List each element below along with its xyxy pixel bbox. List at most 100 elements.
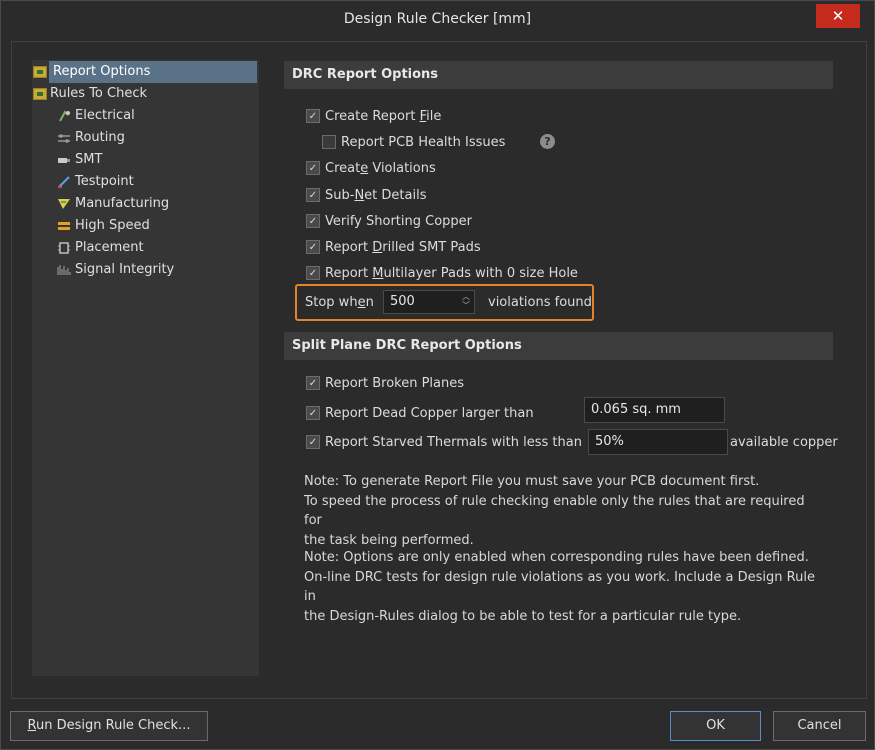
tree-item-routing[interactable]: Routing [57,127,126,149]
ok-button[interactable]: OK [670,711,761,741]
label-part: Stop wh [305,294,358,310]
label-part: rilled SMT Pads [382,239,481,255]
tree-item-manufacturing[interactable]: Manufacturing [57,193,170,215]
label-part: Report [325,265,373,281]
chevron-down-icon[interactable]: ﹀ [462,301,470,310]
tree-item-label: Signal Integrity [75,262,175,277]
note-line: On-line DRC tests for design rule violat… [304,569,815,605]
label-part: Sub- [325,187,355,203]
tree-item-report-options[interactable]: Report Options [33,61,257,83]
checkmark-icon: ✓ [306,161,320,175]
sub-net-details-label: Sub-Net Details [325,188,426,203]
report-broken-planes-checkbox[interactable]: ✓ Report Broken Planes [306,373,464,393]
checkmark-icon: ✓ [306,266,320,280]
cancel-button[interactable]: Cancel [773,711,866,741]
label-part: ile [426,108,442,124]
tree-item-label: Rules To Check [50,86,148,101]
report-dead-copper-checkbox[interactable]: ✓ Report Dead Copper larger than [306,403,534,423]
dead-copper-input[interactable]: 0.065 sq. mm [584,397,725,423]
manufacturing-icon [58,199,70,209]
placement-icon [58,242,70,254]
create-report-file-checkbox[interactable]: ✓ Create Report File [306,106,441,126]
label-part: Create Report [325,108,420,124]
checkmark-icon: ✓ [306,188,320,202]
tree-item-label: Testpoint [75,174,134,189]
mnemonic: N [354,187,365,203]
label-part: ultilayer Pads with 0 size Hole [383,265,578,281]
note-options-enabled: Note: Options are only enabled when corr… [304,548,824,626]
stepper-value: 500 [390,294,415,309]
tree-item-electrical[interactable]: Electrical [57,105,136,127]
stop-when-label: Stop wh e n [305,292,374,312]
mnemonic: R [27,718,36,733]
tree-item-label: High Speed [75,218,150,233]
tree-item-testpoint[interactable]: Testpoint [57,171,135,193]
close-button[interactable]: ✕ [816,4,860,28]
checkmark-icon: ✓ [306,109,320,123]
checkmark-icon: ✓ [306,435,320,449]
checkmark-icon: ✓ [306,376,320,390]
tree-item-placement[interactable]: Placement [57,237,145,259]
stop-violations-stepper[interactable]: 500 ︿ ﹀ [383,290,475,314]
label-part: n [365,294,374,310]
create-violations-checkbox[interactable]: ✓ Create Violations [306,158,436,178]
note-line: To speed the process of rule checking en… [304,493,805,529]
high-speed-icon [58,222,70,230]
electrical-icon [59,110,70,122]
report-starved-thermals-checkbox[interactable]: ✓ Report Starved Thermals with less than [306,432,582,452]
chevron-up-icon[interactable]: ︿ [462,292,470,301]
close-icon: ✕ [831,7,845,25]
label-part: Report [325,239,373,255]
verify-shorting-copper-checkbox[interactable]: ✓ Verify Shorting Copper [306,211,472,231]
report-drilled-smt-label: Report Drilled SMT Pads [325,240,481,255]
tree-item-rules-to-check[interactable]: Rules To Check [33,83,148,105]
create-violations-label: Create Violations [325,161,436,176]
tree-item-label: SMT [75,152,103,167]
checkmark-icon: ✓ [306,214,320,228]
tree-item-signal-integrity[interactable]: Signal Integrity [57,259,175,281]
tree-item-high-speed[interactable]: High Speed [57,215,151,237]
tree-item-label: Placement [75,240,144,255]
tree-item-label: Routing [75,130,125,145]
report-dead-copper-label: Report Dead Copper larger than [325,405,534,421]
routing-icon [58,134,70,143]
checkmark-icon: ✓ [306,406,320,420]
checkbox-box [322,135,336,149]
available-copper-label: available copper [730,434,838,450]
starved-thermals-input[interactable]: 50% [588,429,728,455]
mnemonic: e [357,294,366,310]
tree-item-label: Report Options [49,61,257,83]
split-plane-header: Split Plane DRC Report Options [284,332,833,360]
sub-net-details-checkbox[interactable]: ✓ Sub-Net Details [306,185,426,205]
stepper-arrows[interactable]: ︿ ﹀ [462,292,470,310]
report-multilayer-pads-checkbox[interactable]: ✓ Report Multilayer Pads with 0 size Hol… [306,263,578,283]
tree-item-label: Electrical [75,108,135,123]
tree-item-smt[interactable]: SMT [57,149,103,171]
report-pcb-health-label: Report PCB Health Issues [341,134,506,150]
mnemonic: M [372,265,384,281]
report-broken-planes-label: Report Broken Planes [325,375,465,391]
folder-icon [33,88,47,100]
title-bar: Design Rule Checker [mm] ✕ [1,1,874,39]
mnemonic: D [372,239,383,255]
help-icon[interactable]: ? [540,134,555,149]
drc-options-header: DRC Report Options [284,61,833,89]
smt-icon [58,158,70,163]
report-drilled-smt-checkbox[interactable]: ✓ Report Drilled SMT Pads [306,237,481,257]
button-label: un Design Rule Check... [36,718,191,733]
label-part: et Details [364,187,427,203]
folder-icon [33,66,47,78]
label-part: Creat [325,160,361,176]
note-line: Note: To generate Report File you must s… [304,474,760,489]
checkmark-icon: ✓ [306,240,320,254]
create-report-file-label: Create Report File [325,109,441,124]
run-drc-button[interactable]: Run Design Rule Check... [10,711,208,741]
note-line: the Design-Rules dialog to be able to te… [304,608,742,624]
mnemonic: e [360,160,369,176]
note-line: Note: Options are only enabled when corr… [304,550,809,565]
testpoint-icon [58,176,70,188]
note-report-file: Note: To generate Report File you must s… [304,472,824,550]
report-pcb-health-checkbox[interactable]: Report PCB Health Issues [322,132,505,152]
report-starved-thermals-label: Report Starved Thermals with less than [325,434,582,450]
signal-integrity-icon [57,265,71,275]
